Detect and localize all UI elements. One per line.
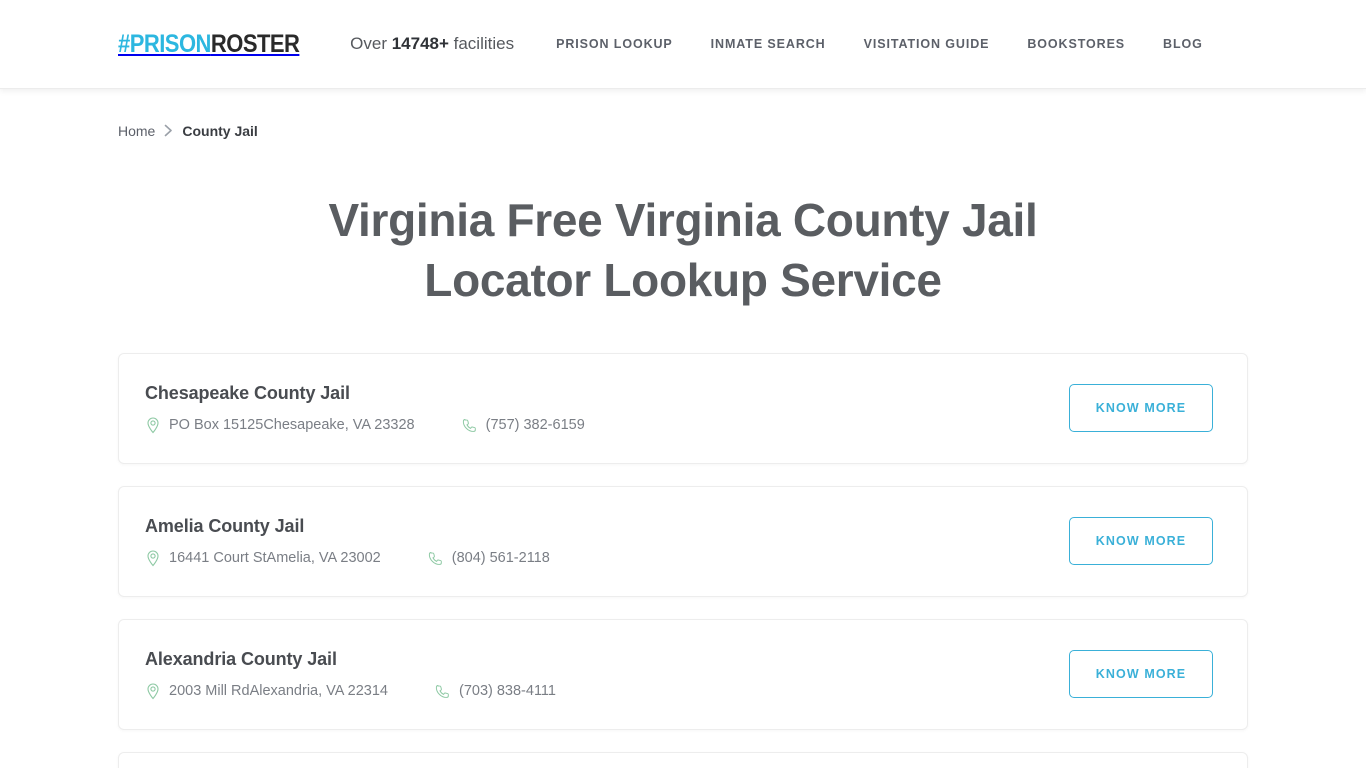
facility-count-value: 14748+ xyxy=(391,34,449,53)
facility-meta: 16441 Court StAmelia, VA 23002 (804) 561… xyxy=(145,550,550,567)
facility-address: 2003 Mill RdAlexandria, VA 22314 xyxy=(145,683,388,700)
phone-icon xyxy=(428,550,443,567)
facility-phone-text: (757) 382-6159 xyxy=(485,417,585,434)
know-more-button[interactable]: KNOW MORE xyxy=(1069,650,1213,699)
result-card[interactable] xyxy=(118,751,1248,768)
card-info: Amelia County Jail 16441 Court StAmelia,… xyxy=(145,516,550,567)
facility-meta: PO Box 15125Chesapeake, VA 23328 (757) 3… xyxy=(145,417,585,434)
facility-count: Over 14748+ facilities xyxy=(350,34,514,54)
main-navigation: PRISON LOOKUP INMATE SEARCH VISITATION G… xyxy=(556,37,1203,51)
chevron-right-icon xyxy=(164,124,173,139)
facility-name: Alexandria County Jail xyxy=(145,648,337,669)
site-header: #PRISONROSTER Over 14748+ facilities PRI… xyxy=(0,0,1366,89)
map-pin-icon xyxy=(145,683,160,700)
phone-icon xyxy=(435,683,450,700)
map-pin-icon xyxy=(145,417,160,434)
logo-text-suffix: ROSTER xyxy=(210,29,300,58)
facility-phone-text: (703) 838-4111 xyxy=(458,683,556,700)
card-info: Chesapeake County Jail PO Box 15125Chesa… xyxy=(145,383,585,434)
facility-address-text: 16441 Court StAmelia, VA 23002 xyxy=(169,550,381,567)
facility-address-text: 2003 Mill RdAlexandria, VA 22314 xyxy=(169,683,388,700)
results-list: Chesapeake County Jail PO Box 15125Chesa… xyxy=(118,352,1248,768)
know-more-button[interactable]: KNOW MORE xyxy=(1069,384,1213,433)
site-logo[interactable]: #PRISONROSTER xyxy=(118,29,300,59)
facility-address: 16441 Court StAmelia, VA 23002 xyxy=(145,550,381,567)
nav-visitation-guide[interactable]: VISITATION GUIDE xyxy=(864,37,990,51)
page-title: Virginia Free Virginia County Jail Locat… xyxy=(328,194,1038,306)
page-content: Home County Jail Virginia Free Virginia … xyxy=(118,89,1248,768)
facility-address: PO Box 15125Chesapeake, VA 23328 xyxy=(145,417,415,434)
phone-icon xyxy=(462,417,477,434)
facility-meta: 2003 Mill RdAlexandria, VA 22314 (703) 8… xyxy=(145,683,556,700)
logo-text-prefix: #PRISON xyxy=(118,29,211,58)
facility-name: Chesapeake County Jail xyxy=(145,382,350,403)
breadcrumb: Home County Jail xyxy=(118,89,1248,139)
nav-bookstores[interactable]: BOOKSTORES xyxy=(1027,37,1125,51)
facility-phone-text: (804) 561-2118 xyxy=(451,550,550,567)
breadcrumb-home[interactable]: Home xyxy=(118,123,155,139)
facility-phone: (757) 382-6159 xyxy=(462,417,585,434)
card-info: Alexandria County Jail 2003 Mill RdAlexa… xyxy=(145,649,556,700)
map-pin-icon xyxy=(145,550,160,567)
result-card[interactable]: Amelia County Jail 16441 Court StAmelia,… xyxy=(118,485,1248,597)
facility-address-text: PO Box 15125Chesapeake, VA 23328 xyxy=(169,417,415,434)
result-card[interactable]: Chesapeake County Jail PO Box 15125Chesa… xyxy=(118,352,1248,464)
nav-prison-lookup[interactable]: PRISON LOOKUP xyxy=(556,37,673,51)
facility-count-suffix: facilities xyxy=(448,34,515,53)
nav-blog[interactable]: BLOG xyxy=(1163,37,1203,51)
breadcrumb-current: County Jail xyxy=(182,123,258,139)
facility-name: Amelia County Jail xyxy=(145,515,305,536)
facility-count-prefix: Over xyxy=(350,34,392,53)
header-inner: #PRISONROSTER Over 14748+ facilities PRI… xyxy=(118,30,1248,59)
know-more-button[interactable]: KNOW MORE xyxy=(1069,517,1213,566)
facility-phone: (804) 561-2118 xyxy=(428,550,550,567)
nav-inmate-search[interactable]: INMATE SEARCH xyxy=(711,37,826,51)
result-card[interactable]: Alexandria County Jail 2003 Mill RdAlexa… xyxy=(118,618,1248,730)
facility-phone: (703) 838-4111 xyxy=(435,683,556,700)
